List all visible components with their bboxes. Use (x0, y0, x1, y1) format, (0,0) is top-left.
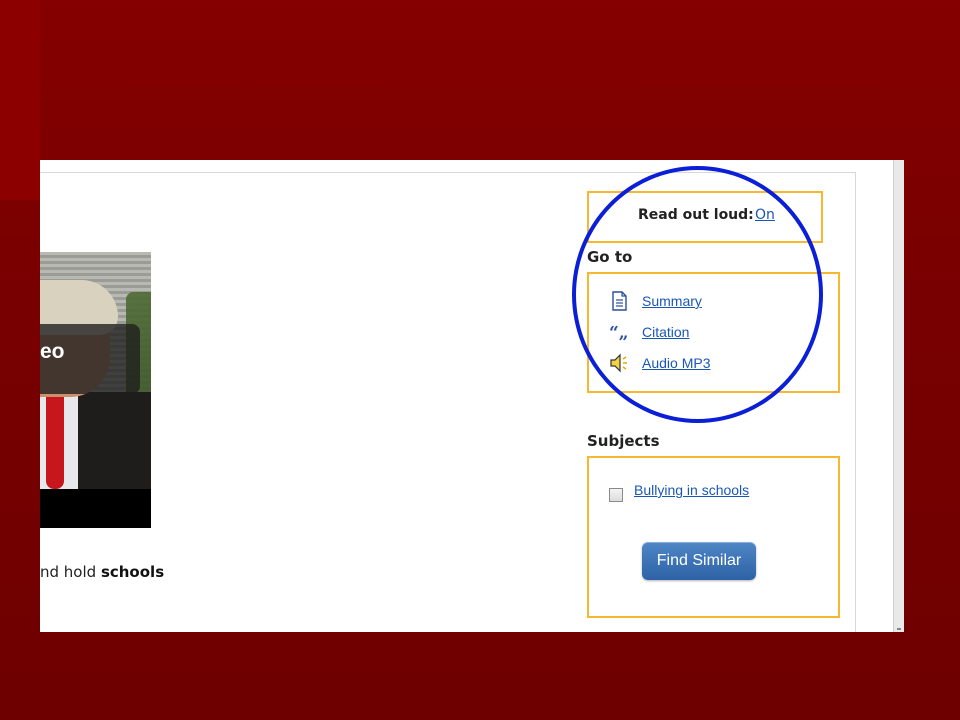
read-out-loud-box: Read out loud: On (587, 191, 823, 243)
result-snippet: nd hold schools (40, 563, 164, 581)
video-overlay-text: eo (40, 340, 65, 363)
snippet-text: nd hold (40, 563, 101, 581)
svg-text:“„: “„ (609, 323, 629, 343)
content-border-right (855, 172, 856, 632)
document-icon (609, 290, 631, 312)
subject-item: Bullying in schools (609, 482, 749, 502)
read-out-loud-label: Read out loud: (638, 207, 754, 223)
goto-box: Summary “„ Citation Audio MP3 (587, 272, 840, 393)
quote-icon: “„ (609, 321, 631, 343)
speaker-icon (609, 352, 631, 374)
find-similar-button[interactable]: Find Similar (642, 542, 756, 580)
goto-summary-row[interactable]: Summary (609, 290, 702, 312)
subject-checkbox[interactable] (609, 488, 623, 502)
browser-screenshot: eo nd hold schools Read out loud: On Go … (40, 160, 904, 632)
video-tie (46, 392, 64, 489)
subject-link[interactable]: Bullying in schools (634, 482, 749, 498)
scrollbar[interactable] (893, 160, 904, 632)
goto-citation-link[interactable]: Citation (642, 324, 689, 340)
video-thumbnail[interactable]: eo (40, 252, 151, 528)
goto-heading: Go to (587, 248, 633, 266)
goto-audio-row[interactable]: Audio MP3 (609, 352, 710, 374)
snippet-highlight: schools (100, 563, 165, 581)
slide-corner-accent (0, 0, 40, 200)
video-bottom-bar (40, 489, 151, 528)
goto-citation-row[interactable]: “„ Citation (609, 321, 689, 343)
subjects-box: Bullying in schools Find Similar (587, 456, 840, 618)
content-border-top (40, 172, 855, 173)
subjects-heading: Subjects (587, 432, 660, 450)
read-out-loud-toggle[interactable]: On (755, 207, 775, 223)
goto-summary-link[interactable]: Summary (642, 293, 702, 309)
goto-audio-link[interactable]: Audio MP3 (642, 355, 710, 371)
